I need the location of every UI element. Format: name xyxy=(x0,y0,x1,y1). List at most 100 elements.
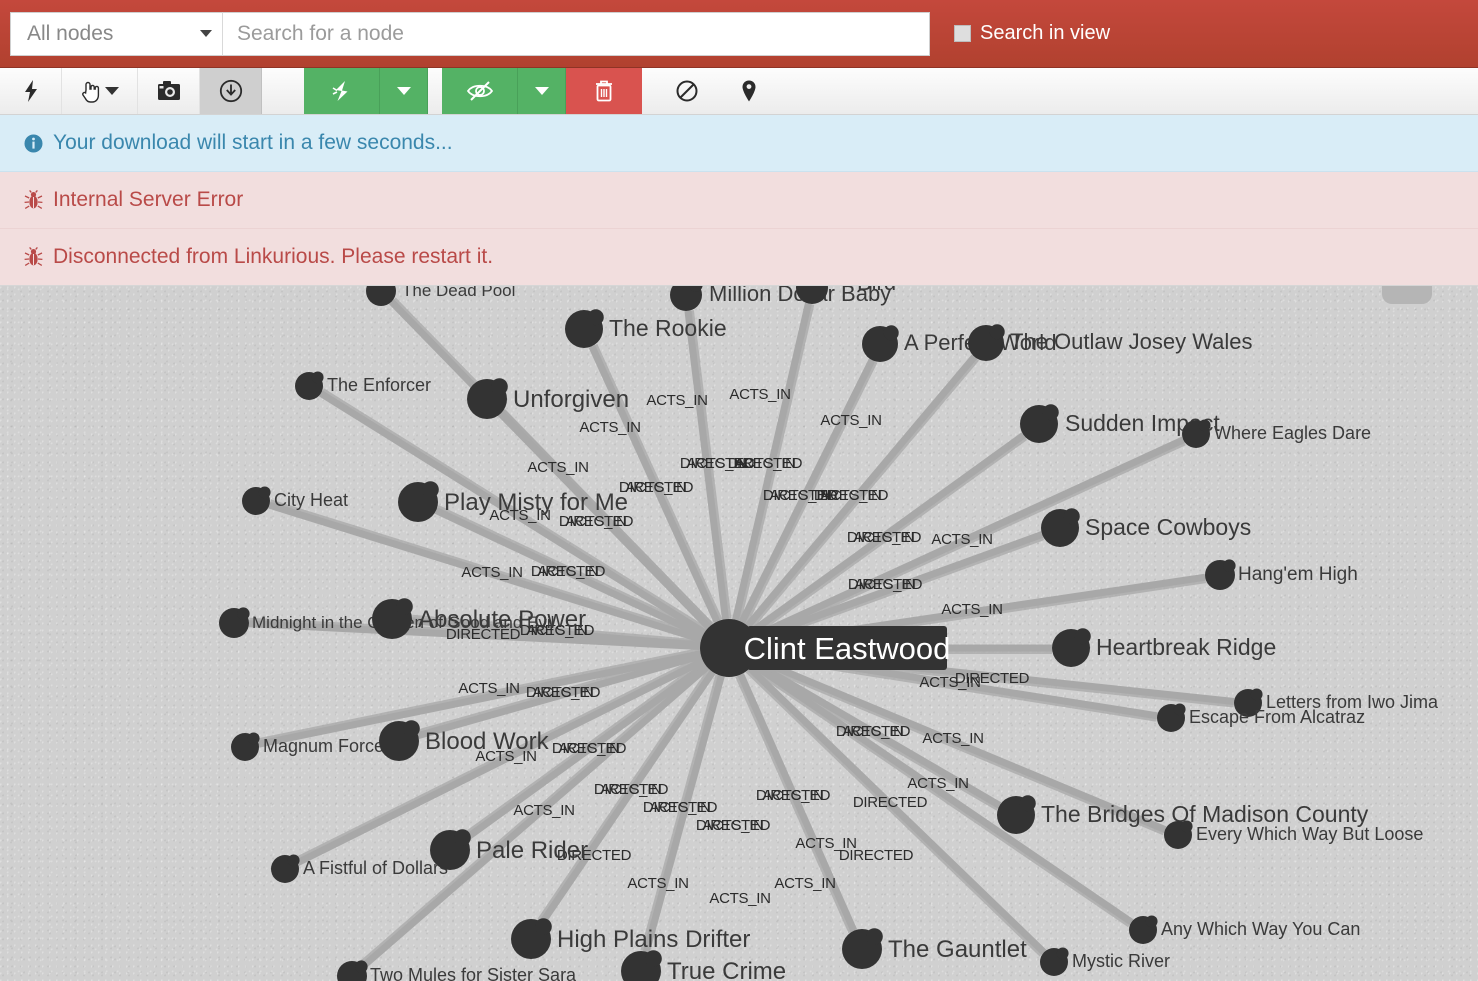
graph-node[interactable]: High Plains Drifter xyxy=(511,918,750,959)
search-in-view-toggle[interactable]: Search in view xyxy=(954,22,1110,45)
edge-label: ACTS_IN xyxy=(461,564,522,581)
node-badge xyxy=(645,950,662,967)
edge-label: ACTS_IN xyxy=(627,875,688,892)
graph-canvas[interactable]: ACTS_IN ACTS_IN ACTS_IN ACTS_IN ACTS_IN DIREC… xyxy=(0,286,1478,981)
edge-label: ACTS_IN xyxy=(922,730,983,747)
node-label: The Rookie xyxy=(609,315,727,341)
graph-node[interactable]: Magnum Force xyxy=(231,732,384,761)
edge-label: ACTS_IN xyxy=(919,674,980,691)
graph-node[interactable]: Any Which Way You Can xyxy=(1129,915,1360,944)
node-badge xyxy=(866,928,883,945)
node-label: High Plains Drifter xyxy=(557,926,750,953)
node-type-select[interactable]: All nodes xyxy=(10,11,223,56)
edge-label: ACTS_IN xyxy=(600,781,661,798)
node-label: Bird xyxy=(857,286,896,295)
toolbar-separator-2 xyxy=(428,68,442,114)
node-badge xyxy=(1042,404,1059,421)
node-label: The Gauntlet xyxy=(888,936,1027,963)
node-badge xyxy=(1019,795,1036,812)
node-badge xyxy=(491,378,508,395)
edge-label: ACTS_IN xyxy=(842,723,903,740)
node-badge xyxy=(237,607,250,620)
bug-icon xyxy=(24,190,43,210)
chevron-down-icon xyxy=(396,87,411,95)
camera-icon xyxy=(157,81,180,100)
center-node[interactable]: Clint Eastwood xyxy=(700,619,950,677)
edge-label: ACTS_IN xyxy=(729,386,790,403)
graph-node[interactable]: Space Cowboys xyxy=(1041,508,1251,547)
download-button[interactable] xyxy=(200,68,262,114)
graph-node[interactable]: A Fistful of Dollars xyxy=(271,854,448,883)
edge-label: ACTS_IN xyxy=(558,740,619,757)
pin-button[interactable] xyxy=(718,68,780,114)
edge-label: ACTS_IN xyxy=(646,392,707,409)
graph-node[interactable]: Absolute Power xyxy=(372,598,586,639)
graph-node[interactable]: Play Misty for Me xyxy=(398,481,628,522)
edge-label: ACTS_IN xyxy=(513,802,574,819)
map-pin-icon xyxy=(742,80,756,102)
lightning-bolt-button[interactable] xyxy=(0,68,62,114)
alert-text: Disconnected from Linkurious. Please res… xyxy=(53,245,494,268)
graph-node[interactable]: The Dead Pool xyxy=(366,286,515,306)
search-in-view-checkbox[interactable] xyxy=(954,25,971,42)
graph-node[interactable]: Two Mules for Sister Sara xyxy=(337,960,577,981)
edge-label: ACTS_IN xyxy=(762,787,823,804)
node-badge xyxy=(403,720,420,737)
node-label: Pale Rider xyxy=(476,837,588,864)
edge-label: ACTS_IN xyxy=(625,479,686,496)
edge-label: ACTS_IN xyxy=(820,487,881,504)
alert-internal-server-error: Internal Server Error xyxy=(0,172,1478,229)
lightning-bolt-icon xyxy=(24,80,37,102)
graph-node[interactable]: Blood Work xyxy=(379,720,550,761)
camera-button[interactable] xyxy=(138,68,200,114)
node-badge xyxy=(422,481,439,498)
node-label: The Enforcer xyxy=(327,375,431,395)
alert-text: Your download will start in a few second… xyxy=(53,131,453,154)
graph-node[interactable]: Unforgiven xyxy=(467,378,629,419)
node-badge xyxy=(1063,508,1080,525)
delete-button[interactable] xyxy=(566,68,642,114)
node-label: True Crime xyxy=(667,958,786,981)
node-badge xyxy=(1250,688,1263,701)
graph-node[interactable]: Mystic River xyxy=(1040,947,1170,976)
graph-node[interactable]: The Gauntlet xyxy=(842,928,1027,969)
node-badge xyxy=(396,598,413,615)
edge-label: ACTS_IN xyxy=(579,419,640,436)
graph-node[interactable]: True Crime xyxy=(621,950,786,981)
node-badge xyxy=(535,918,552,935)
hand-pointer-button[interactable] xyxy=(62,68,138,114)
chevron-down-icon xyxy=(105,87,119,95)
chevron-down-icon xyxy=(200,30,212,37)
expand-selection-button[interactable] xyxy=(304,68,380,114)
node-label: Magnum Force xyxy=(263,736,384,756)
node-type-select-value: All nodes xyxy=(27,21,114,45)
graph-node[interactable]: Every Which Way But Loose xyxy=(1164,820,1423,849)
node-label: The Dead Pool xyxy=(402,286,515,300)
edge-label: DIRECTED xyxy=(853,794,928,811)
graph-node[interactable]: The Rookie xyxy=(565,309,727,348)
graph-node[interactable]: Hang'em High xyxy=(1205,559,1358,590)
node-badge xyxy=(258,486,271,499)
node-label: City Heat xyxy=(274,490,348,510)
hide-nodes-dropdown[interactable] xyxy=(518,68,566,114)
edge-label: ACTS_IN xyxy=(532,684,593,701)
node-label: Heartbreak Ridge xyxy=(1096,634,1276,660)
hide-nodes-button[interactable] xyxy=(442,68,518,114)
node-badge xyxy=(883,325,899,341)
node-badge xyxy=(355,960,368,973)
edge-label: ACTS_IN xyxy=(774,875,835,892)
node-label: Space Cowboys xyxy=(1085,514,1251,540)
toolbar xyxy=(0,68,1478,115)
node-badge xyxy=(1223,559,1236,572)
node-badge xyxy=(287,854,300,867)
graph-node[interactable]: The Outlaw Josey Wales xyxy=(968,324,1253,361)
graph-node[interactable]: Escape From Alcatraz xyxy=(1157,703,1365,732)
node-label: A Fistful of Dollars xyxy=(303,858,448,878)
ban-button[interactable] xyxy=(656,68,718,114)
graph-node[interactable]: The Enforcer xyxy=(295,371,431,400)
node-badge xyxy=(247,732,260,745)
node-badge xyxy=(1056,947,1069,960)
search-input[interactable] xyxy=(223,11,930,56)
expand-selection-dropdown[interactable] xyxy=(380,68,428,114)
graph-node[interactable]: Heartbreak Ridge xyxy=(1052,628,1276,667)
